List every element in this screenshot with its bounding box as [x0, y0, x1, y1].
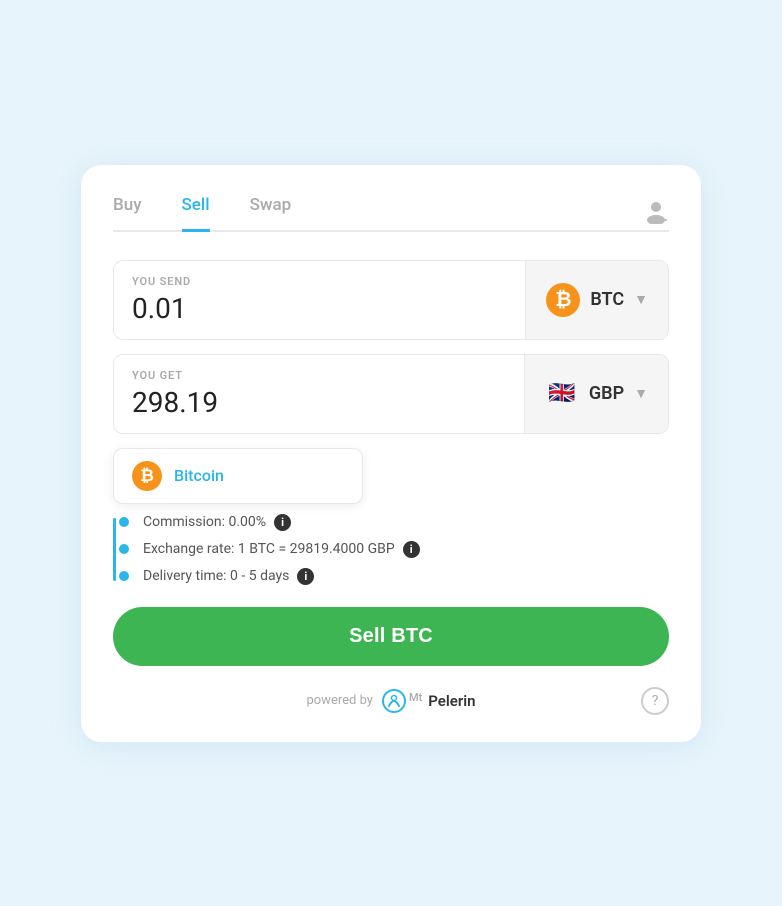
send-currency-selector[interactable]: ₿ BTC ▼	[525, 261, 668, 339]
send-input-box: YOU SEND 0.01 ₿ BTC ▼	[113, 260, 669, 340]
bitcoin-suggest-icon: ₿	[132, 461, 162, 491]
commission-dot	[119, 517, 129, 527]
user-account-icon[interactable]	[643, 198, 669, 224]
dropdown-area: ₿ Bitcoin	[113, 448, 669, 504]
bitcoin-suggest-label: Bitcoin	[174, 466, 224, 485]
delivery-time-info-icon[interactable]: i	[297, 568, 314, 585]
delivery-time-row: Delivery time: 0 - 5 days i	[127, 568, 669, 585]
get-value[interactable]: 298.19	[132, 386, 506, 419]
send-value[interactable]: 0.01	[132, 292, 507, 325]
powered-by-text: powered by	[306, 693, 373, 708]
exchange-rate-row: Exchange rate: 1 BTC = 29819.4000 GBP i	[127, 541, 669, 558]
get-currency-name: GBP	[589, 383, 624, 404]
bitcoin-suggestion[interactable]: ₿ Bitcoin	[113, 448, 363, 504]
main-card: Buy Sell Swap YOU SEND 0.01 ₿ BTC ▼	[81, 165, 701, 742]
tabs: Buy Sell Swap	[113, 193, 291, 230]
powered-by-section: powered by Mt Pelerin	[306, 688, 475, 714]
info-line-bar	[113, 518, 116, 581]
send-currency-name: BTC	[590, 289, 624, 310]
get-currency-chevron: ▼	[634, 385, 648, 402]
info-section: Commission: 0.00% i Exchange rate: 1 BTC…	[113, 514, 669, 585]
exchange-rate-info-icon[interactable]: i	[403, 541, 420, 558]
tabs-row: Buy Sell Swap	[113, 193, 669, 232]
get-input-box: YOU GET 298.19 🇬🇧 GBP ▼	[113, 354, 669, 434]
tab-buy[interactable]: Buy	[113, 195, 142, 232]
get-left: YOU GET 298.19	[114, 355, 524, 433]
gbp-flag-icon: 🇬🇧	[545, 377, 579, 411]
delivery-time-text: Delivery time: 0 - 5 days	[143, 568, 289, 584]
exchange-rate-text: Exchange rate: 1 BTC = 29819.4000 GBP	[143, 541, 395, 557]
get-label: YOU GET	[132, 369, 506, 382]
get-section: YOU GET 298.19 🇬🇧 GBP ▼	[113, 354, 669, 434]
btc-icon: ₿	[546, 283, 580, 317]
delivery-time-dot	[119, 571, 129, 581]
pelerin-brand-name: Pelerin	[428, 692, 475, 710]
exchange-rate-dot	[119, 544, 129, 554]
tab-sell[interactable]: Sell	[182, 195, 210, 232]
help-icon[interactable]: ?	[641, 687, 669, 715]
commission-row: Commission: 0.00% i	[127, 514, 669, 531]
send-label: YOU SEND	[132, 275, 507, 288]
pelerin-brand-prefix: Mt	[409, 691, 422, 704]
send-left: YOU SEND 0.01	[114, 261, 525, 339]
sell-button[interactable]: Sell BTC	[113, 607, 669, 666]
commission-info-icon[interactable]: i	[274, 514, 291, 531]
send-section: YOU SEND 0.01 ₿ BTC ▼	[113, 260, 669, 340]
footer: powered by Mt Pelerin ?	[113, 688, 669, 714]
pelerin-logo[interactable]: Mt Pelerin	[381, 688, 476, 714]
commission-text: Commission: 0.00%	[143, 514, 266, 530]
send-currency-chevron: ▼	[634, 291, 648, 308]
get-currency-selector[interactable]: 🇬🇧 GBP ▼	[524, 355, 668, 433]
tab-swap[interactable]: Swap	[250, 195, 292, 232]
